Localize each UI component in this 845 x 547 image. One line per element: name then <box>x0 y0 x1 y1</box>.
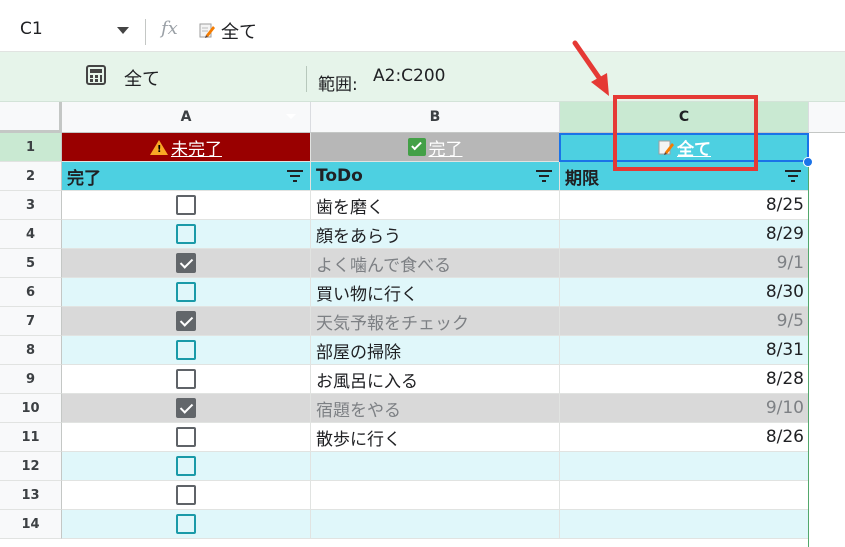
select-all-corner[interactable] <box>0 102 62 133</box>
todo-cell[interactable]: お風呂に入る <box>311 365 560 394</box>
todo-cell[interactable] <box>311 452 560 481</box>
row-header[interactable]: 10 <box>0 394 62 423</box>
row-header[interactable]: 3 <box>0 191 62 220</box>
fill-handle[interactable] <box>803 157 813 167</box>
row-header[interactable]: 6 <box>0 278 62 307</box>
filter-icon[interactable] <box>785 170 801 182</box>
column-header-c[interactable]: C <box>560 102 809 133</box>
todo-cell[interactable]: よく噛んで食べる <box>311 249 560 278</box>
done-checkbox-cell <box>62 336 311 365</box>
due-date-cell[interactable]: 8/25 <box>560 191 809 220</box>
checkbox[interactable] <box>176 282 196 302</box>
todo-cell[interactable]: 顔をあらう <box>311 220 560 249</box>
incomplete-filter-button[interactable]: ! 未完了 <box>62 133 311 162</box>
done-checkbox-cell <box>62 249 311 278</box>
due-date-cell[interactable]: 8/29 <box>560 220 809 249</box>
checkbox[interactable] <box>176 485 196 505</box>
memo-pencil-icon <box>199 23 215 38</box>
checkbox[interactable] <box>176 224 196 244</box>
todo-cell[interactable] <box>311 481 560 510</box>
row-header[interactable]: 4 <box>0 220 62 249</box>
name-box[interactable]: C1 <box>20 19 43 39</box>
formula-value[interactable]: 全て <box>221 18 257 44</box>
check-mark-icon <box>407 138 426 156</box>
checkbox[interactable] <box>176 369 196 389</box>
due-date-cell[interactable]: 8/26 <box>560 423 809 452</box>
todo-cell[interactable]: 歯を磨く <box>311 191 560 220</box>
column-c-edge <box>808 133 809 547</box>
row-header[interactable]: 2 <box>0 162 62 191</box>
checked-checkbox[interactable] <box>176 398 196 418</box>
todo-cell[interactable]: 買い物に行く <box>311 278 560 307</box>
filter-icon[interactable] <box>536 170 552 182</box>
todo-cell[interactable]: 宿題をやる <box>311 394 560 423</box>
done-checkbox-cell <box>62 452 311 481</box>
header-due: 期限 <box>560 162 809 191</box>
due-date-cell[interactable] <box>560 481 809 510</box>
done-checkbox-cell <box>62 423 311 452</box>
todo-cell[interactable]: 天気予報をチェック <box>311 307 560 336</box>
column-a-dropdown-icon[interactable] <box>286 114 296 119</box>
row-header[interactable]: 14 <box>0 510 62 539</box>
done-checkbox-cell <box>62 365 311 394</box>
todo-cell[interactable]: 散歩に行く <box>311 423 560 452</box>
due-date-cell[interactable] <box>560 452 809 481</box>
column-header-d[interactable] <box>809 102 845 133</box>
filter-bar-divider <box>306 66 307 92</box>
row-header[interactable]: 12 <box>0 452 62 481</box>
done-checkbox-cell <box>62 481 311 510</box>
done-checkbox-cell <box>62 394 311 423</box>
row-header[interactable]: 11 <box>0 423 62 452</box>
row-header[interactable]: 1 <box>0 133 62 162</box>
due-date-cell[interactable]: 9/1 <box>560 249 809 278</box>
row-header[interactable]: 8 <box>0 336 62 365</box>
filter-view-icon <box>86 65 106 85</box>
checkbox[interactable] <box>176 195 196 215</box>
row-header[interactable]: 5 <box>0 249 62 278</box>
filter-view-name[interactable]: 全て <box>124 65 160 91</box>
due-date-cell[interactable] <box>560 510 809 539</box>
due-date-cell[interactable]: 9/5 <box>560 307 809 336</box>
done-checkbox-cell <box>62 220 311 249</box>
checked-checkbox[interactable] <box>176 253 196 273</box>
formula-bar-divider <box>145 19 146 45</box>
checkbox[interactable] <box>176 456 196 476</box>
due-date-cell[interactable]: 8/28 <box>560 365 809 394</box>
checkbox[interactable] <box>176 340 196 360</box>
name-box-dropdown-icon[interactable] <box>117 27 129 34</box>
due-date-cell[interactable]: 9/10 <box>560 394 809 423</box>
fx-icon: fx <box>161 18 178 39</box>
due-date-cell[interactable]: 8/30 <box>560 278 809 307</box>
todo-cell[interactable]: 部屋の掃除 <box>311 336 560 365</box>
row-header[interactable]: 13 <box>0 481 62 510</box>
all-filter-button[interactable]: 全て <box>560 133 809 162</box>
formula-bar <box>0 0 845 52</box>
warning-icon: ! <box>150 139 168 155</box>
done-checkbox-cell <box>62 191 311 220</box>
checkbox[interactable] <box>176 514 196 534</box>
row-header[interactable]: 7 <box>0 307 62 336</box>
range-value[interactable]: A2:C200 <box>373 66 446 86</box>
header-done: 完了 <box>62 162 311 191</box>
filter-icon[interactable] <box>287 170 303 182</box>
done-checkbox-cell <box>62 278 311 307</box>
done-checkbox-cell <box>62 510 311 539</box>
due-date-cell[interactable]: 8/31 <box>560 336 809 365</box>
checked-checkbox[interactable] <box>176 311 196 331</box>
range-label: 範囲: <box>318 75 358 95</box>
complete-filter-button[interactable]: 完了 <box>311 133 560 162</box>
done-checkbox-cell <box>62 307 311 336</box>
row-header[interactable]: 9 <box>0 365 62 394</box>
header-todo: ToDo <box>311 162 560 191</box>
todo-cell[interactable] <box>311 510 560 539</box>
memo-pencil-icon <box>658 140 674 155</box>
checkbox[interactable] <box>176 427 196 447</box>
column-header-a[interactable]: A <box>62 102 311 133</box>
column-header-b[interactable]: B <box>311 102 560 133</box>
